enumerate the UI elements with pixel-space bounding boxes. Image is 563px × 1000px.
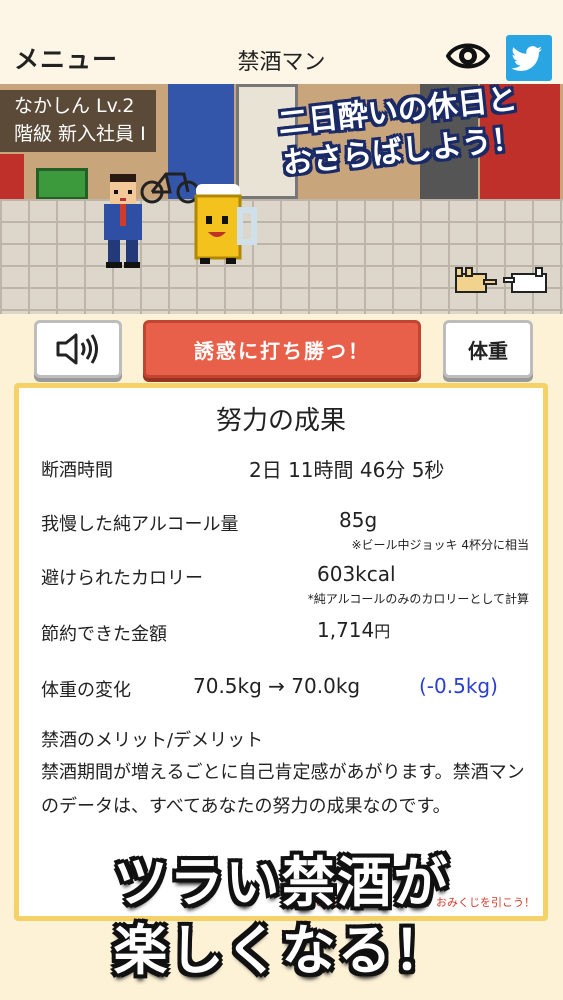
merit-text: 禁酒期間が増えるごとに自己肯定感があがります。禁酒マンのデータは、すべてあなたの… xyxy=(41,762,525,817)
money-amount: 1,714 xyxy=(317,618,375,642)
orange-cat xyxy=(455,267,497,293)
calorie-note: *純アルコールのみのカロリーとして計算 xyxy=(307,592,529,606)
green-sign xyxy=(36,168,88,200)
vending-machine-edge xyxy=(0,154,24,199)
weight-button[interactable]: 体重 xyxy=(443,320,533,378)
calorie-value: 603kcal xyxy=(317,562,396,586)
money-value: 1,714円 xyxy=(317,618,390,642)
speaker-icon xyxy=(56,333,98,365)
merit-title: 禁酒のメリット/デメリット xyxy=(41,730,264,751)
white-cat xyxy=(503,267,547,293)
promo-line2: 楽しくなる！ xyxy=(113,919,450,982)
panel-title: 努力の成果 xyxy=(215,406,346,436)
beer-mug-mascot xyxy=(194,184,257,264)
alcohol-note: ※ビール中ジョッキ 4杯分に相当 xyxy=(351,538,529,552)
player-info: なかしん Lv.2 階級 新入社員 I xyxy=(0,90,156,152)
alcohol-value: 85g xyxy=(339,508,378,532)
calorie-label: 避けられたカロリー xyxy=(41,568,203,589)
app-header: メニュー 禁酒マン xyxy=(0,0,563,84)
weight-diff: (-0.5kg) xyxy=(419,674,498,698)
twitter-share-button[interactable] xyxy=(506,35,552,81)
money-unit: 円 xyxy=(374,622,391,641)
alcohol-label: 我慢した純アルコール量 xyxy=(41,514,239,535)
player-rank: 階級 新入社員 I xyxy=(14,123,146,145)
game-scene[interactable]: なかしん Lv.2 階級 新入社員 I 二日酔いの休日と おさらばしよう！ xyxy=(0,84,563,314)
twitter-bird-icon xyxy=(511,46,542,71)
weight-change-value: 70.5kg → 70.0kg xyxy=(193,674,361,698)
abstinence-value: 2日 11時間 46分 5秒 xyxy=(249,458,445,482)
abstinence-label: 断酒時間 xyxy=(41,460,113,481)
resist-temptation-button[interactable]: 誘惑に打ち勝つ！ xyxy=(143,320,421,378)
weight-change-label: 体重の変化 xyxy=(41,680,131,701)
player-name: なかしん Lv.2 xyxy=(14,95,135,117)
money-label: 節約できた金額 xyxy=(41,624,167,645)
eye-icon[interactable] xyxy=(445,37,491,75)
sound-toggle-button[interactable] xyxy=(34,320,122,378)
